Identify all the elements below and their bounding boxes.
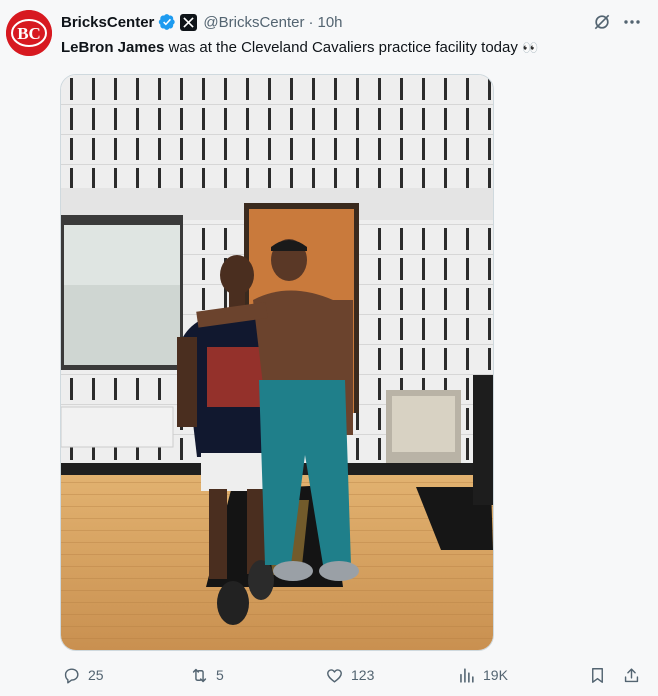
- tweet-text: LeBron James was at the Cleveland Cavali…: [61, 38, 539, 58]
- bookmark-icon: [592, 667, 603, 683]
- avatar-letters: BC: [17, 24, 41, 43]
- retweet-count: 5: [216, 667, 224, 683]
- like-button[interactable]: 123: [325, 660, 374, 690]
- like-icon: [327, 668, 342, 683]
- reply-icon: [64, 667, 79, 683]
- avatar-logo: BC: [6, 10, 52, 56]
- tweet-header: BricksCenter @BricksCenter · 10h: [61, 11, 343, 33]
- reply-count: 25: [88, 667, 104, 683]
- like-count: 123: [351, 667, 375, 683]
- x-affiliate-icon[interactable]: [180, 13, 198, 31]
- views-icon: [460, 667, 474, 683]
- bookmark-button[interactable]: [588, 660, 607, 690]
- display-name[interactable]: BricksCenter: [61, 14, 154, 31]
- retweet-button[interactable]: 5: [190, 660, 224, 690]
- tweet-text-bold: LeBron James: [61, 39, 165, 56]
- tweet-text-body: was at the Cleveland Cavaliers practice …: [164, 39, 518, 56]
- reply-button[interactable]: 25: [62, 660, 104, 690]
- tweet-photo[interactable]: [60, 74, 494, 651]
- share-button[interactable]: [622, 660, 641, 690]
- separator-dot: ·: [308, 13, 314, 31]
- retweet-icon: [192, 668, 207, 682]
- verified-badge-icon: [159, 14, 176, 30]
- tweet-actions: 25 5 123 19K: [0, 660, 658, 690]
- views-count: 19K: [483, 667, 508, 683]
- tweet[interactable]: BC BricksCenter @BricksCenter · 10h LeBr…: [0, 0, 658, 696]
- share-icon: [624, 667, 639, 682]
- tweet-timestamp[interactable]: 10h: [317, 14, 342, 31]
- views-button[interactable]: 19K: [457, 660, 508, 690]
- more-icon[interactable]: [620, 10, 644, 34]
- user-handle[interactable]: @BricksCenter: [203, 14, 304, 31]
- eyes-emoji: 👀: [522, 40, 540, 55]
- avatar[interactable]: BC: [6, 10, 52, 56]
- grok-icon[interactable]: [592, 12, 612, 32]
- photo-image: [61, 75, 493, 650]
